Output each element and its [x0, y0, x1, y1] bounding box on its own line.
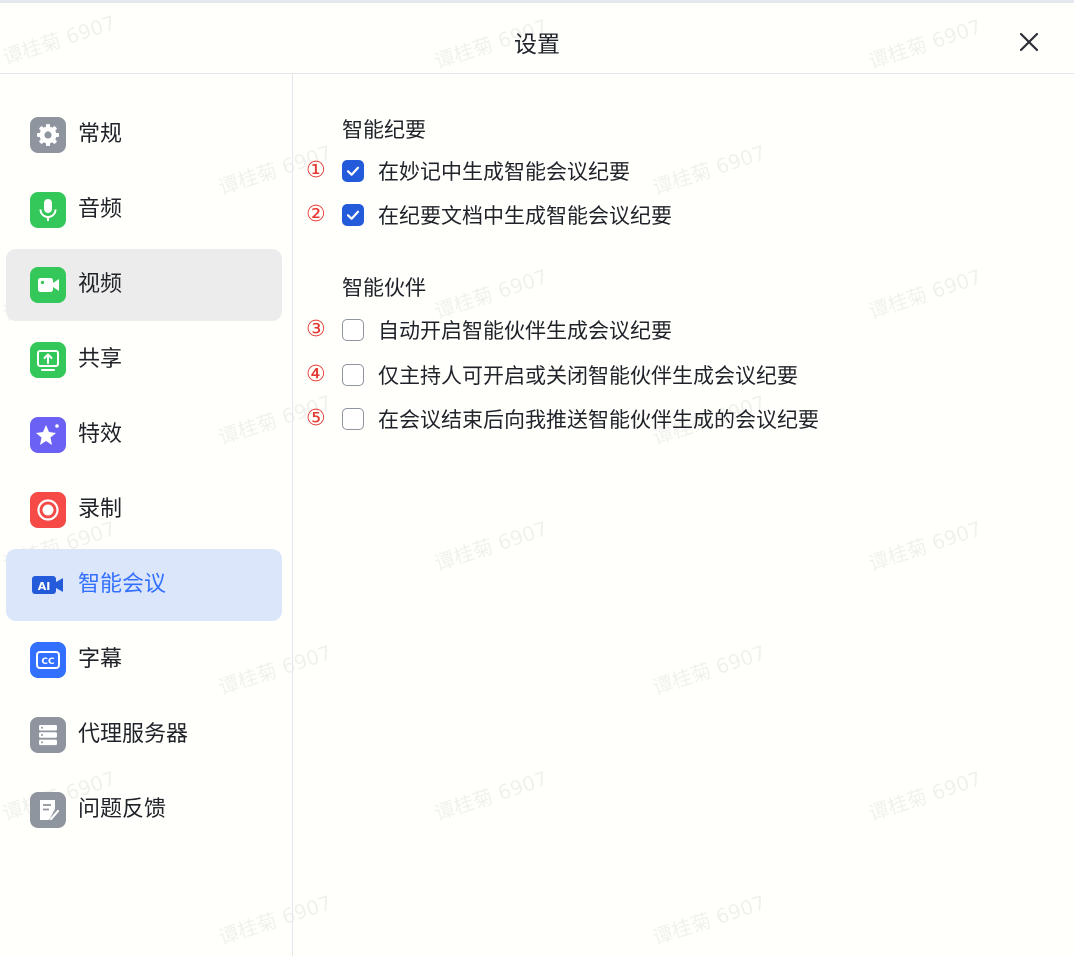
- settings-sidebar: 常规 音频 视频 共享 特效 录制 AI 智能会议 CC 字幕 代理服务器 问题…: [0, 74, 293, 956]
- sidebar-item-feedback[interactable]: 问题反馈: [6, 774, 282, 846]
- option-checkbox[interactable]: [342, 319, 364, 341]
- option-label[interactable]: 在纪要文档中生成智能会议纪要: [378, 203, 672, 229]
- sidebar-item-general[interactable]: 常规: [6, 99, 282, 171]
- option-checkbox[interactable]: [342, 364, 364, 386]
- sidebar-item-label: 共享: [78, 347, 123, 372]
- video-camera-icon: [30, 267, 66, 303]
- effects-icon: [30, 417, 66, 453]
- sidebar-item-recording[interactable]: 录制: [6, 474, 282, 546]
- option-label[interactable]: 在妙记中生成智能会议纪要: [378, 159, 630, 185]
- sidebar-item-label: 录制: [78, 497, 123, 522]
- sidebar-item-label: 视频: [78, 272, 123, 297]
- sidebar-item-ai-meeting[interactable]: AI 智能会议: [6, 549, 282, 621]
- check-icon: [346, 166, 360, 176]
- option-label[interactable]: 在会议结束后向我推送智能伙伴生成的会议纪要: [378, 407, 819, 433]
- record-icon: [30, 492, 66, 528]
- sidebar-item-label: 智能会议: [78, 572, 167, 597]
- server-icon: [30, 717, 66, 753]
- option-marker: ①: [306, 158, 326, 183]
- section-title-smart-partner: 智能伙伴: [342, 276, 426, 300]
- ai-meeting-icon: AI: [30, 567, 66, 603]
- option-checkbox[interactable]: [342, 408, 364, 430]
- option-label[interactable]: 仅主持人可开启或关闭智能伙伴生成会议纪要: [378, 363, 798, 389]
- option-checkbox[interactable]: [342, 204, 364, 226]
- settings-window: 谭桂菊 6907 谭桂菊 6907 谭桂菊 6907 谭桂菊 6907 谭桂菊 …: [0, 0, 1074, 956]
- check-icon: [346, 210, 360, 220]
- gear-icon: [30, 117, 66, 153]
- option-marker: ④: [306, 362, 326, 387]
- sidebar-item-share[interactable]: 共享: [6, 324, 282, 396]
- sidebar-item-audio[interactable]: 音频: [6, 174, 282, 246]
- settings-content: 智能纪要 ① 在妙记中生成智能会议纪要 ② 在纪要文档中生成智能会议纪要 智能伙…: [294, 74, 1074, 956]
- option-marker: ③: [306, 317, 326, 342]
- option-label[interactable]: 自动开启智能伙伴生成会议纪要: [378, 318, 672, 344]
- sidebar-item-label: 音频: [78, 197, 123, 222]
- sidebar-item-label: 特效: [78, 422, 123, 447]
- option-marker: ⑤: [306, 406, 326, 431]
- svg-text:AI: AI: [38, 580, 51, 593]
- window-title: 设置: [514, 32, 560, 58]
- captions-icon: CC: [30, 642, 66, 678]
- sidebar-item-label: 字幕: [78, 647, 123, 672]
- svg-text:CC: CC: [41, 657, 55, 667]
- sidebar-item-label: 代理服务器: [78, 722, 189, 747]
- sidebar-item-proxy-server[interactable]: 代理服务器: [6, 699, 282, 771]
- title-bar: 设置: [0, 3, 1074, 74]
- screen-share-icon: [30, 342, 66, 378]
- sidebar-item-label: 常规: [78, 122, 123, 147]
- sidebar-item-video[interactable]: 视频: [6, 249, 282, 321]
- sidebar-item-label: 问题反馈: [78, 797, 167, 822]
- microphone-icon: [30, 192, 66, 228]
- close-icon: [1019, 32, 1039, 52]
- sidebar-item-captions[interactable]: CC 字幕: [6, 624, 282, 696]
- feedback-icon: [30, 792, 66, 828]
- sidebar-item-effects[interactable]: 特效: [6, 399, 282, 471]
- option-marker: ②: [306, 202, 326, 227]
- section-title-smart-minutes: 智能纪要: [342, 118, 426, 142]
- option-checkbox[interactable]: [342, 160, 364, 182]
- close-button[interactable]: [1014, 27, 1044, 57]
